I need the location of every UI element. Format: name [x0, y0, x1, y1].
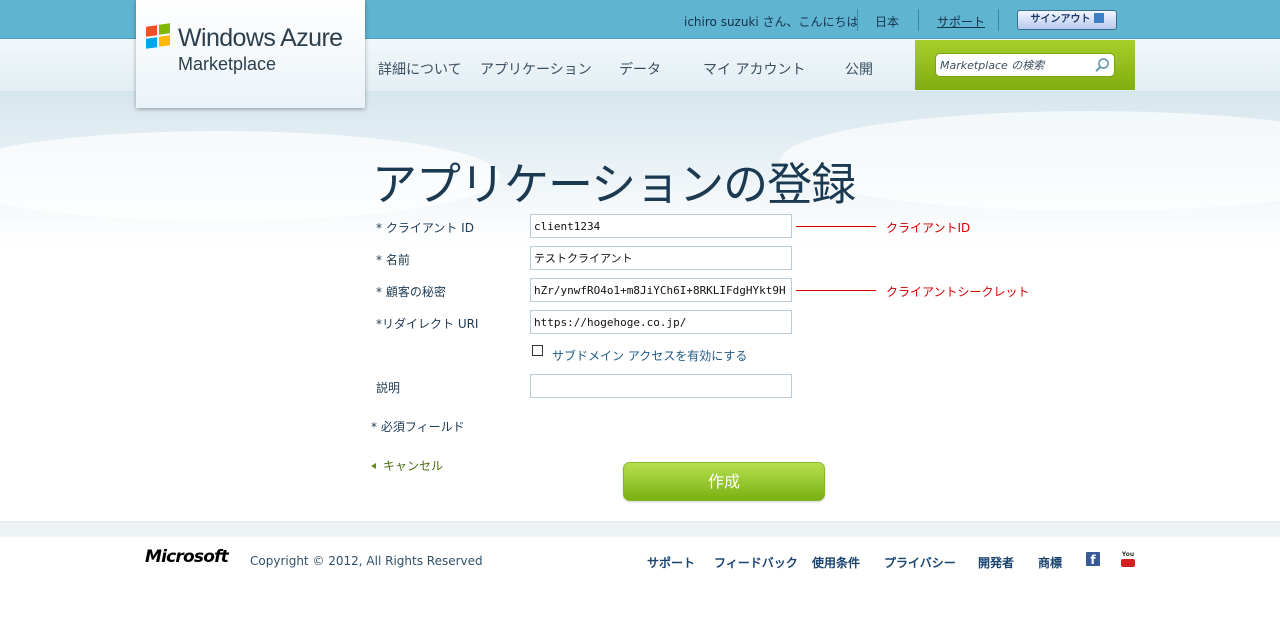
- description-input[interactable]: [530, 374, 792, 398]
- logo-brand: Windows Azure: [178, 24, 343, 52]
- windows-live-icon: [1093, 13, 1104, 23]
- support-link[interactable]: サポート: [937, 13, 985, 30]
- search-panel: [915, 40, 1135, 90]
- create-button[interactable]: 作成: [623, 462, 825, 501]
- cancel-label: キャンセル: [383, 459, 444, 473]
- secret-label: * 顧客の秘密: [376, 285, 446, 299]
- secret-annotation-line: [796, 290, 876, 291]
- user-greeting: ichiro suzuki さん、こんにちは: [684, 15, 859, 29]
- separator: [998, 9, 999, 31]
- redirect-uri-input[interactable]: [530, 310, 792, 334]
- redirect-uri-label: *リダイレクト URI: [376, 317, 479, 331]
- cancel-link[interactable]: キャンセル: [371, 457, 443, 474]
- windows-flag-icon: [146, 23, 172, 49]
- footer-link-developers[interactable]: 開発者: [978, 554, 1014, 571]
- footer-link-trademarks[interactable]: 商標: [1038, 554, 1062, 571]
- footer-link-support[interactable]: サポート: [647, 554, 695, 571]
- nav-item-details[interactable]: 詳細について: [378, 59, 462, 79]
- region-link[interactable]: 日本: [875, 13, 899, 30]
- signout-button[interactable]: サインアウト: [1017, 10, 1117, 30]
- search-icon[interactable]: [1094, 57, 1110, 73]
- footer-link-privacy[interactable]: プライバシー: [884, 554, 956, 571]
- client-id-annotation: クライアントID: [886, 221, 971, 235]
- client-id-input[interactable]: [530, 214, 792, 238]
- search-input[interactable]: [940, 57, 1086, 73]
- client-secret-annotation: クライアントシークレット: [886, 285, 1030, 299]
- name-input[interactable]: [530, 246, 792, 270]
- separator: [918, 9, 919, 31]
- subdomain-checkbox-label[interactable]: サブドメイン アクセスを有効にする: [552, 347, 747, 364]
- back-arrow-icon: [371, 463, 376, 469]
- client-id-label: * クライアント ID: [376, 221, 474, 235]
- nav-item-publish[interactable]: 公開: [845, 59, 873, 79]
- subdomain-checkbox[interactable]: [532, 345, 543, 356]
- client-id-annotation-line: [796, 226, 876, 227]
- windows-azure-marketplace-logo[interactable]: Windows Azure Marketplace: [136, 0, 365, 108]
- separator: [857, 9, 858, 31]
- youtube-icon[interactable]: You: [1121, 551, 1135, 567]
- nav-item-my-account[interactable]: マイ アカウント: [703, 59, 805, 79]
- page-title: アプリケーションの登録: [372, 158, 856, 211]
- search-box: [935, 53, 1115, 77]
- footer-link-terms[interactable]: 使用条件: [812, 554, 860, 571]
- footer-link-feedback[interactable]: フィードバック: [714, 554, 798, 571]
- copyright: Copyright © 2012, All Rights Reserved: [250, 554, 483, 568]
- required-fields-note: * 必須フィールド: [371, 420, 465, 434]
- description-label: 説明: [376, 381, 401, 395]
- facebook-icon[interactable]: f: [1086, 552, 1100, 567]
- footer-divider: [0, 521, 1280, 537]
- microsoft-logo[interactable]: Microsoft: [145, 547, 229, 567]
- logo-subtitle: Marketplace: [178, 54, 277, 74]
- secret-input[interactable]: [530, 278, 792, 302]
- nav-item-data[interactable]: データ: [619, 59, 661, 79]
- nav-item-applications[interactable]: アプリケーション: [480, 59, 592, 79]
- name-label: * 名前: [376, 253, 410, 267]
- signout-label: サインアウト: [1030, 14, 1091, 25]
